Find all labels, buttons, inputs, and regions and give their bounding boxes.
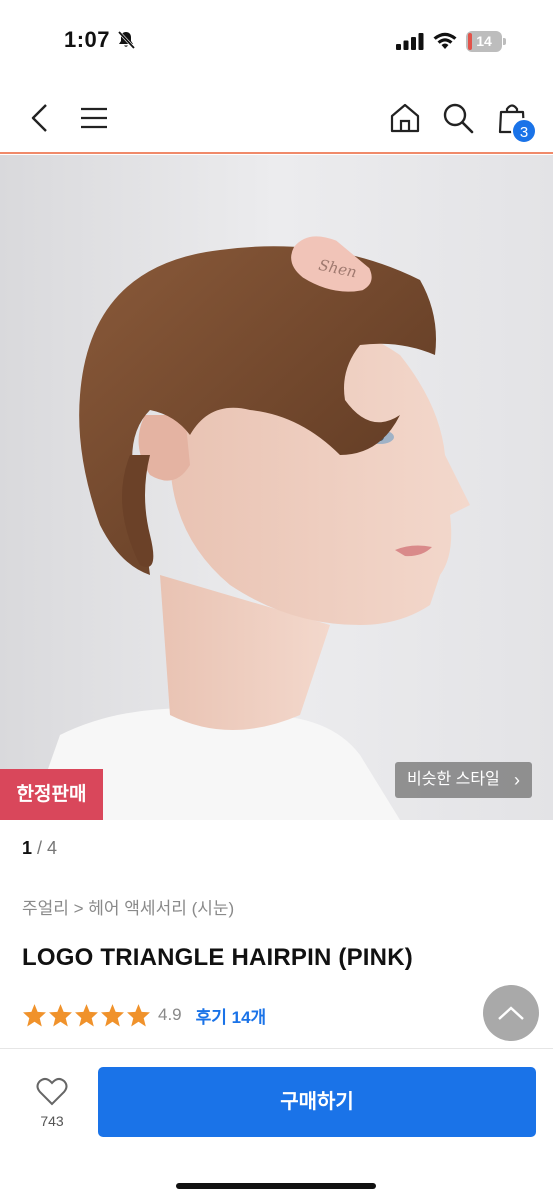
breadcrumb[interactable]: 주얼리 > 헤어 액세서리 (시눈) — [22, 894, 234, 919]
back-icon — [31, 104, 47, 132]
review-count-link[interactable]: 후기 14개 — [196, 1003, 267, 1028]
menu-button[interactable] — [74, 98, 114, 138]
star-icon — [127, 1004, 150, 1027]
product-photo: Shen — [0, 155, 553, 820]
scroll-to-top-button[interactable] — [483, 985, 539, 1041]
buy-button[interactable]: 구매하기 — [98, 1067, 536, 1137]
search-button[interactable] — [438, 98, 478, 138]
chevron-up-icon — [498, 1006, 524, 1020]
pager-total: / 4 — [32, 838, 58, 858]
menu-icon — [81, 107, 107, 129]
pager-current: 1 — [22, 838, 33, 858]
chevron-right-icon: › — [514, 770, 520, 790]
bell-slash-icon — [117, 30, 136, 50]
similar-style-label: 비슷한 스타일 — [407, 771, 500, 788]
search-icon — [443, 103, 474, 134]
signal-icon — [396, 33, 424, 50]
wifi-icon — [433, 32, 457, 49]
product-image-carousel[interactable]: Shen 한정판매 비슷한 스타일 › — [0, 155, 553, 820]
home-button[interactable] — [385, 98, 425, 138]
similar-style-button[interactable]: 비슷한 스타일 › — [395, 762, 532, 798]
limited-sale-badge: 한정판매 — [0, 769, 103, 820]
cart-count-badge: 3 — [511, 118, 537, 144]
heart-icon — [36, 1077, 68, 1106]
status-bar: 1:07 14 — [0, 0, 553, 82]
battery-icon: 14 — [466, 31, 506, 52]
star-icon — [101, 1004, 124, 1027]
star-icon — [49, 1004, 72, 1027]
rating-stars — [22, 1003, 152, 1027]
top-nav — [0, 82, 553, 154]
home-indicator — [176, 1183, 376, 1189]
bottom-action-bar: 743 구매하기 — [0, 1048, 553, 1200]
battery-level: 14 — [476, 33, 492, 49]
like-count: 743 — [40, 1113, 64, 1129]
like-button[interactable]: 743 — [20, 1073, 84, 1135]
home-icon — [390, 103, 420, 133]
rating-row: 4.9 후기 14개 — [22, 1000, 266, 1030]
back-button[interactable] — [20, 98, 60, 138]
star-icon — [75, 1004, 98, 1027]
product-title: LOGO TRIANGLE HAIRPIN (PINK) — [22, 944, 413, 971]
rating-value: 4.9 — [158, 1005, 182, 1024]
status-time: 1:07 — [64, 27, 111, 52]
star-icon — [23, 1004, 46, 1027]
image-pager: 1 / 4 — [22, 838, 57, 859]
